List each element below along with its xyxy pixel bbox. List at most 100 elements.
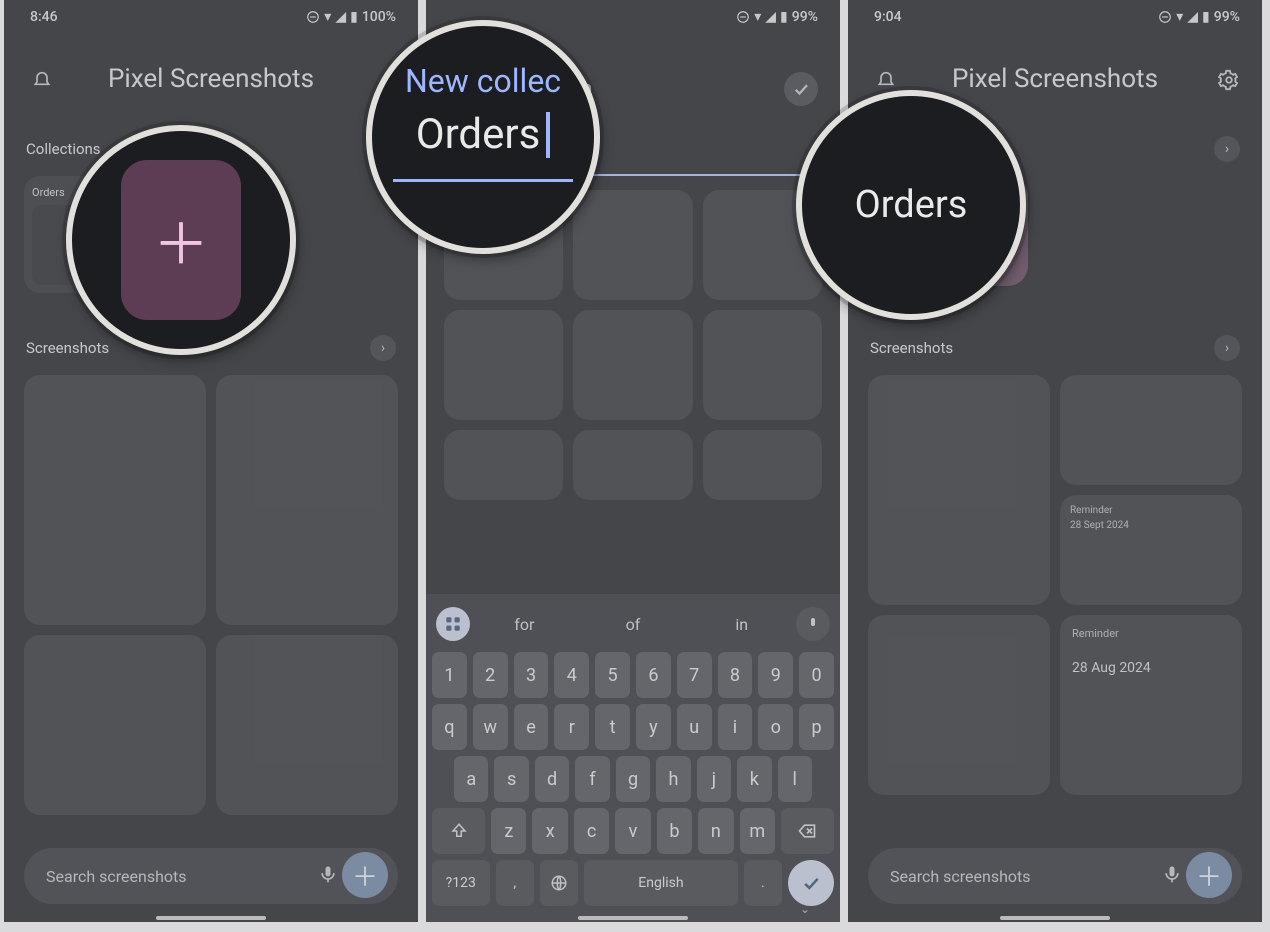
screenshot-thumb[interactable] [1060, 375, 1242, 485]
screenshot-thumb[interactable] [24, 375, 206, 625]
space-key[interactable]: English [584, 860, 737, 906]
key-t[interactable]: t [595, 704, 630, 750]
screenshot-thumb[interactable] [573, 190, 692, 300]
dnd-icon [736, 10, 750, 24]
enter-key[interactable] [788, 860, 834, 906]
screenshots-label: Screenshots [870, 339, 953, 357]
mic-icon[interactable] [318, 864, 338, 888]
key-2[interactable]: 2 [473, 652, 508, 698]
key-l[interactable]: l [778, 756, 812, 802]
screenshot-thumb[interactable] [703, 310, 822, 420]
page-title: Pixel Screenshots [952, 64, 1158, 94]
screenshots-header[interactable]: Screenshots › [848, 335, 1262, 361]
key-x[interactable]: x [532, 808, 567, 854]
suggestion-2[interactable]: of [579, 615, 688, 634]
key-v[interactable]: v [615, 808, 650, 854]
search-placeholder: Search screenshots [46, 867, 187, 886]
screenshot-thumb[interactable] [444, 310, 563, 420]
plus-icon: ＋ [1196, 857, 1222, 894]
key-r[interactable]: r [554, 704, 589, 750]
key-6[interactable]: 6 [636, 652, 671, 698]
plus-icon: ＋ [153, 200, 209, 281]
battery-icon: ▮ [350, 9, 358, 25]
dnd-icon [1158, 10, 1172, 24]
suggestion-bar: for of in [432, 602, 834, 646]
key-3[interactable]: 3 [514, 652, 549, 698]
shift-key[interactable] [432, 808, 485, 854]
confirm-button[interactable] [784, 72, 818, 106]
collections-label: Collections [26, 140, 101, 158]
key-p[interactable]: p [799, 704, 834, 750]
status-bar: 8:46 ▾ ◢ ▮ 100% [4, 0, 418, 34]
key-s[interactable]: s [494, 756, 528, 802]
reminder-date: 28 Sept 2024 [1070, 520, 1232, 531]
suggestion-1[interactable]: for [470, 615, 579, 634]
settings-icon[interactable] [1218, 68, 1240, 98]
kb-row-bottom: ?123 , English . [432, 860, 834, 906]
mic-icon[interactable] [1162, 864, 1182, 888]
input-label: New collec [405, 62, 561, 100]
language-key[interactable] [540, 860, 578, 906]
chevron-right-icon[interactable]: › [1214, 136, 1240, 162]
screenshot-thumb[interactable] [573, 430, 692, 500]
key-f[interactable]: f [575, 756, 609, 802]
symbols-key[interactable]: ?123 [432, 860, 490, 906]
screenshot-thumb[interactable] [703, 430, 822, 500]
key-7[interactable]: 7 [677, 652, 712, 698]
kb-row-a: asdfghjkl [432, 756, 834, 802]
key-y[interactable]: y [636, 704, 671, 750]
key-5[interactable]: 5 [595, 652, 630, 698]
keyboard-handle-icon[interactable]: ⌄ [800, 902, 810, 916]
key-u[interactable]: u [677, 704, 712, 750]
period-key[interactable]: . [744, 860, 782, 906]
add-collection-tile[interactable]: ＋ [121, 160, 241, 320]
key-m[interactable]: m [740, 808, 775, 854]
screenshot-thumb[interactable] [868, 375, 1050, 605]
key-g[interactable]: g [616, 756, 650, 802]
screenshot-thumb[interactable]: Reminder 28 Sept 2024 [1060, 495, 1242, 605]
wifi-icon: ▾ [1176, 9, 1183, 25]
key-b[interactable]: b [657, 808, 692, 854]
screenshot-thumb[interactable]: Reminder 28 Aug 2024 [1060, 615, 1242, 795]
plus-icon: ＋ [352, 857, 378, 894]
reminders-icon[interactable] [32, 68, 52, 98]
toolbar-chip[interactable] [436, 607, 470, 641]
suggestion-3[interactable]: in [687, 615, 796, 634]
page-title: Pixel Screenshots [108, 64, 314, 94]
voice-input-button[interactable] [796, 607, 830, 641]
key-q[interactable]: q [432, 704, 467, 750]
key-n[interactable]: n [698, 808, 733, 854]
chevron-right-icon[interactable]: › [1214, 335, 1240, 361]
key-w[interactable]: w [473, 704, 508, 750]
add-screenshot-fab[interactable]: ＋ [1186, 852, 1232, 898]
keyboard: for of in 1234567890 qwertyuiop asdfghjk… [426, 594, 840, 922]
key-0[interactable]: 0 [799, 652, 834, 698]
kb-row-num: 1234567890 [432, 652, 834, 698]
key-i[interactable]: i [718, 704, 753, 750]
screenshot-thumb[interactable] [216, 375, 398, 625]
key-1[interactable]: 1 [432, 652, 467, 698]
key-k[interactable]: k [737, 756, 771, 802]
comma-key[interactable]: , [496, 860, 534, 906]
key-a[interactable]: a [454, 756, 488, 802]
wifi-icon: ▾ [754, 9, 761, 25]
key-9[interactable]: 9 [758, 652, 793, 698]
key-z[interactable]: z [491, 808, 526, 854]
key-c[interactable]: c [574, 808, 609, 854]
screenshot-thumb[interactable] [216, 635, 398, 815]
screenshot-thumb[interactable] [868, 615, 1050, 795]
backspace-key[interactable] [781, 808, 834, 854]
key-4[interactable]: 4 [554, 652, 589, 698]
key-o[interactable]: o [758, 704, 793, 750]
screenshot-thumb[interactable] [24, 635, 206, 815]
screenshot-thumb[interactable] [573, 310, 692, 420]
key-d[interactable]: d [535, 756, 569, 802]
chevron-right-icon[interactable]: › [370, 335, 396, 361]
key-h[interactable]: h [656, 756, 690, 802]
key-j[interactable]: j [697, 756, 731, 802]
screenshot-thumb[interactable] [444, 430, 563, 500]
key-8[interactable]: 8 [718, 652, 753, 698]
add-screenshot-fab[interactable]: ＋ [342, 852, 388, 898]
key-e[interactable]: e [514, 704, 549, 750]
reminder-date: 28 Aug 2024 [1072, 660, 1230, 676]
